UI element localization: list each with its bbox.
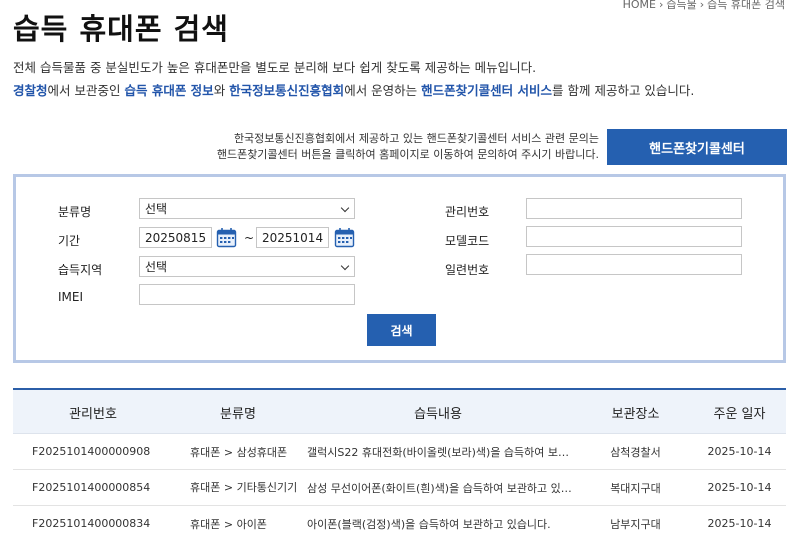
header-storage: 보관장소 — [611, 406, 660, 422]
intro-text: 에서 운영하는 — [344, 83, 422, 98]
cell-found-date: 2025-10-14 — [693, 506, 786, 540]
cell-text: 2025-10-14 — [707, 517, 772, 530]
breadcrumb-home[interactable]: HOME — [623, 0, 656, 11]
cell-manage-number[interactable]: F2025101400000908 — [32, 434, 172, 469]
cell-category: 휴대폰 > 삼성휴대폰 — [190, 434, 298, 469]
intro-line-2: 경찰청에서 보관중인 습득 휴대폰 정보와 한국정보통신진흥협회에서 운영하는 … — [13, 80, 694, 99]
cell-storage: 삼척경찰서 — [593, 434, 678, 469]
region-select-value: 선택 — [145, 260, 168, 274]
cell-manage-number[interactable]: F2025101400000834 — [32, 506, 172, 540]
search-button[interactable]: 검색 — [367, 314, 436, 346]
cell-text: 2025-10-14 — [707, 481, 772, 494]
breadcrumb-parent[interactable]: 습득물 — [666, 0, 696, 11]
table-row[interactable]: F2025101400000834 휴대폰 > 아이폰 아이폰(블랙(검정)색)… — [13, 506, 786, 540]
cell-text: F2025101400000854 — [32, 481, 151, 494]
search-panel: 분류명 선택 기간 20250815 ~ 20251014 습득지역 선택 IM… — [13, 174, 786, 363]
cell-text: 삼성 무선이어폰(화이트(흰)색)을 습득하여 보관하고 있습니다. — [307, 481, 577, 495]
manage-number-input[interactable] — [526, 198, 742, 219]
intro-org-kait: 한국정보통신진흥협회 — [229, 83, 345, 98]
cell-text: 갤럭시S22 휴대전화(바이올렛(보라)색)을 습득하여 보관하고 있습니다. — [307, 445, 577, 459]
region-select[interactable]: 선택 — [139, 256, 355, 277]
table-row[interactable]: F2025101400000908 휴대폰 > 삼성휴대폰 갤럭시S22 휴대전… — [13, 434, 786, 470]
date-from-value: 20250815 — [145, 230, 207, 245]
cell-content[interactable]: 갤럭시S22 휴대전화(바이올렛(보라)색)을 습득하여 보관하고 있습니다. — [307, 434, 577, 469]
cell-content[interactable]: 아이폰(블랙(검정)색)을 습득하여 보관하고 있습니다. — [307, 506, 577, 540]
date-range-separator: ~ — [244, 231, 255, 245]
breadcrumb: HOME › 습득물 › 습득 휴대폰 검색 — [623, 0, 785, 12]
intro-org-police: 경찰청 — [13, 83, 48, 98]
call-center-button[interactable]: 핸드폰찾기콜센터 — [607, 129, 787, 165]
category-label: 분류명 — [58, 205, 92, 219]
intro-line-1: 전체 습득물품 중 분실빈도가 높은 휴대폰만을 별도로 분리해 보다 쉽게 찾… — [13, 60, 537, 75]
cell-category: 휴대폰 > 아이폰 — [190, 506, 298, 540]
imei-label: IMEI — [58, 290, 84, 304]
date-to-input[interactable]: 20251014 — [256, 227, 329, 248]
cell-text: 휴대폰 > 기타통신기기 — [190, 481, 298, 494]
category-select-value: 선택 — [145, 202, 168, 216]
cell-text: 아이폰(블랙(검정)색)을 습득하여 보관하고 있습니다. — [307, 517, 551, 531]
region-label: 습득지역 — [58, 263, 103, 277]
date-from-input[interactable]: 20250815 — [139, 227, 212, 248]
period-label: 기간 — [58, 234, 81, 248]
cell-storage: 남부지구대 — [593, 506, 678, 540]
breadcrumb-current: 습득 휴대폰 검색 — [707, 0, 785, 11]
cell-text: F2025101400000908 — [32, 445, 151, 458]
cell-storage: 복대지구대 — [593, 470, 678, 505]
manage-number-label: 관리번호 — [445, 205, 490, 219]
header-content: 습득내용 — [414, 406, 462, 422]
model-code-input[interactable] — [526, 226, 742, 247]
cell-text: 휴대폰 > 아이폰 — [190, 517, 267, 531]
serial-number-label: 일련번호 — [445, 263, 490, 277]
call-center-note-line-2: 핸드폰찾기콜센터 버튼을 클릭하여 홈페이지로 이동하여 문의하여 주시기 바랍… — [216, 148, 599, 161]
intro-found-phone-info: 습득 휴대폰 정보 — [124, 83, 214, 98]
cell-text: F2025101400000834 — [32, 517, 151, 530]
cell-text: 삼척경찰서 — [610, 445, 661, 459]
cell-text: 2025-10-14 — [707, 445, 772, 458]
chevron-right-icon: › — [658, 0, 664, 11]
cell-found-date: 2025-10-14 — [693, 470, 786, 505]
date-to-value: 20251014 — [262, 230, 324, 245]
calendar-icon[interactable] — [334, 227, 355, 248]
intro-text: 에서 보관중인 — [47, 83, 125, 98]
model-code-label: 모델코드 — [445, 234, 490, 248]
calendar-icon[interactable] — [216, 227, 237, 248]
intro-text: 를 함께 제공하고 있습니다. — [552, 83, 695, 98]
intro-call-center-service: 핸드폰찾기콜센터 서비스 — [421, 83, 552, 98]
cell-content[interactable]: 삼성 무선이어폰(화이트(흰)색)을 습득하여 보관하고 있습니다. — [307, 470, 577, 505]
header-manage-number: 관리번호 — [69, 406, 117, 422]
serial-number-input[interactable] — [526, 254, 742, 275]
table-row[interactable]: F2025101400000854 휴대폰 > 기타통신기기 삼성 무선이어폰(… — [13, 470, 786, 506]
chevron-right-icon: › — [699, 0, 705, 11]
cell-found-date: 2025-10-14 — [693, 434, 786, 469]
results-table: 관리번호 분류명 습득내용 보관장소 주운 일자 F20251014000009… — [13, 388, 786, 540]
table-header: 관리번호 분류명 습득내용 보관장소 주운 일자 — [13, 388, 786, 434]
header-category: 분류명 — [220, 406, 256, 422]
call-center-note-line-1: 한국정보통신진흥협회에서 제공하고 있는 핸드폰찾기콜센터 서비스 관련 문의는 — [233, 132, 599, 145]
category-select[interactable]: 선택 — [139, 198, 355, 219]
cell-text: 남부지구대 — [610, 517, 661, 531]
cell-manage-number[interactable]: F2025101400000854 — [32, 470, 172, 505]
intro-text: 와 — [213, 83, 230, 98]
call-center-note: 한국정보통신진흥협회에서 제공하고 있는 핸드폰찾기콜센터 서비스 관련 문의는… — [217, 131, 599, 163]
page-title: 습득 휴대폰 검색 — [13, 12, 229, 46]
cell-category: 휴대폰 > 기타통신기기 — [190, 470, 298, 505]
cell-text: 휴대폰 > 삼성휴대폰 — [190, 445, 288, 459]
imei-input[interactable] — [139, 284, 355, 305]
cell-text: 복대지구대 — [610, 481, 661, 495]
header-found-date: 주운 일자 — [713, 406, 766, 422]
